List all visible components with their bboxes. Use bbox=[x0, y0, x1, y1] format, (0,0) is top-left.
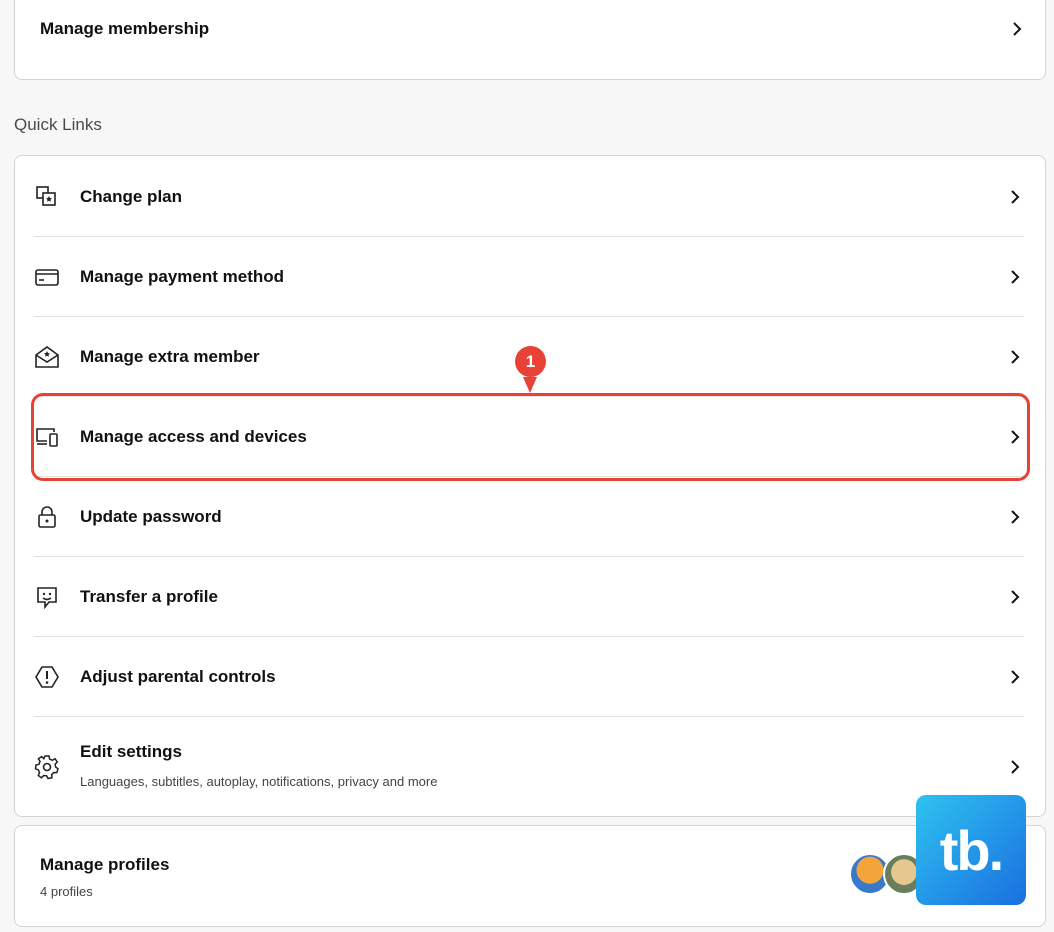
profiles-count: 4 profiles bbox=[40, 884, 93, 899]
membership-card: Manage membership bbox=[14, 0, 1046, 80]
divider bbox=[34, 556, 1024, 557]
quick-links-title: Quick Links bbox=[14, 115, 102, 134]
annotation-pointer bbox=[523, 377, 537, 393]
quick-link-change-plan[interactable]: Change plan bbox=[34, 182, 1024, 212]
gear-icon bbox=[34, 754, 60, 780]
chevron-right-icon bbox=[1008, 430, 1022, 444]
chevron-right-icon bbox=[1010, 22, 1024, 36]
parental-controls-icon bbox=[34, 664, 60, 690]
quick-link-label: Adjust parental controls bbox=[80, 667, 276, 686]
profiles-card[interactable]: Manage profiles 4 profiles bbox=[14, 825, 1046, 927]
divider bbox=[34, 236, 1024, 237]
divider bbox=[34, 396, 1024, 397]
quick-link-payment-method[interactable]: Manage payment method bbox=[34, 262, 1024, 292]
chevron-right-icon bbox=[1008, 270, 1022, 284]
chevron-right-icon bbox=[1008, 350, 1022, 364]
quick-link-label: Manage access and devices bbox=[80, 427, 307, 446]
chevron-right-icon bbox=[1008, 510, 1022, 524]
divider bbox=[34, 716, 1024, 717]
change-plan-icon bbox=[34, 184, 60, 210]
chevron-right-icon bbox=[1008, 760, 1022, 774]
divider bbox=[34, 476, 1024, 477]
quick-link-transfer-profile[interactable]: Transfer a profile bbox=[34, 582, 1024, 612]
quick-link-update-password[interactable]: Update password bbox=[34, 502, 1024, 532]
quick-link-label: Manage payment method bbox=[80, 267, 285, 286]
lock-icon bbox=[34, 504, 60, 530]
quick-link-label: Transfer a profile bbox=[80, 587, 218, 606]
quick-link-label: Change plan bbox=[80, 187, 183, 206]
chevron-right-icon bbox=[1008, 670, 1022, 684]
quick-link-label: Manage extra member bbox=[80, 347, 260, 366]
quick-link-label: Edit settings bbox=[80, 742, 183, 761]
divider bbox=[34, 316, 1024, 317]
credit-card-icon bbox=[34, 264, 60, 290]
envelope-star-icon bbox=[34, 344, 60, 370]
chevron-right-icon bbox=[1008, 190, 1022, 204]
manage-membership-label: Manage membership bbox=[40, 19, 210, 38]
manage-profiles-label: Manage profiles bbox=[40, 855, 170, 874]
chevron-right-icon bbox=[1008, 590, 1022, 604]
quick-link-edit-settings[interactable]: Edit settings Languages, subtitles, auto… bbox=[34, 742, 1024, 792]
tb-logo: tb. bbox=[916, 795, 1026, 905]
quick-link-label: Update password bbox=[80, 507, 222, 526]
step-badge: 1 bbox=[515, 346, 546, 377]
devices-icon bbox=[34, 424, 60, 450]
quick-link-subtitle: Languages, subtitles, autoplay, notifica… bbox=[80, 774, 438, 789]
divider bbox=[34, 636, 1024, 637]
quick-link-access-devices[interactable]: Manage access and devices bbox=[34, 422, 1024, 452]
quick-link-parental-controls[interactable]: Adjust parental controls bbox=[34, 662, 1024, 692]
quick-links-card: Change plan Manage payment method Manage… bbox=[14, 155, 1046, 817]
transfer-profile-icon bbox=[34, 584, 60, 610]
